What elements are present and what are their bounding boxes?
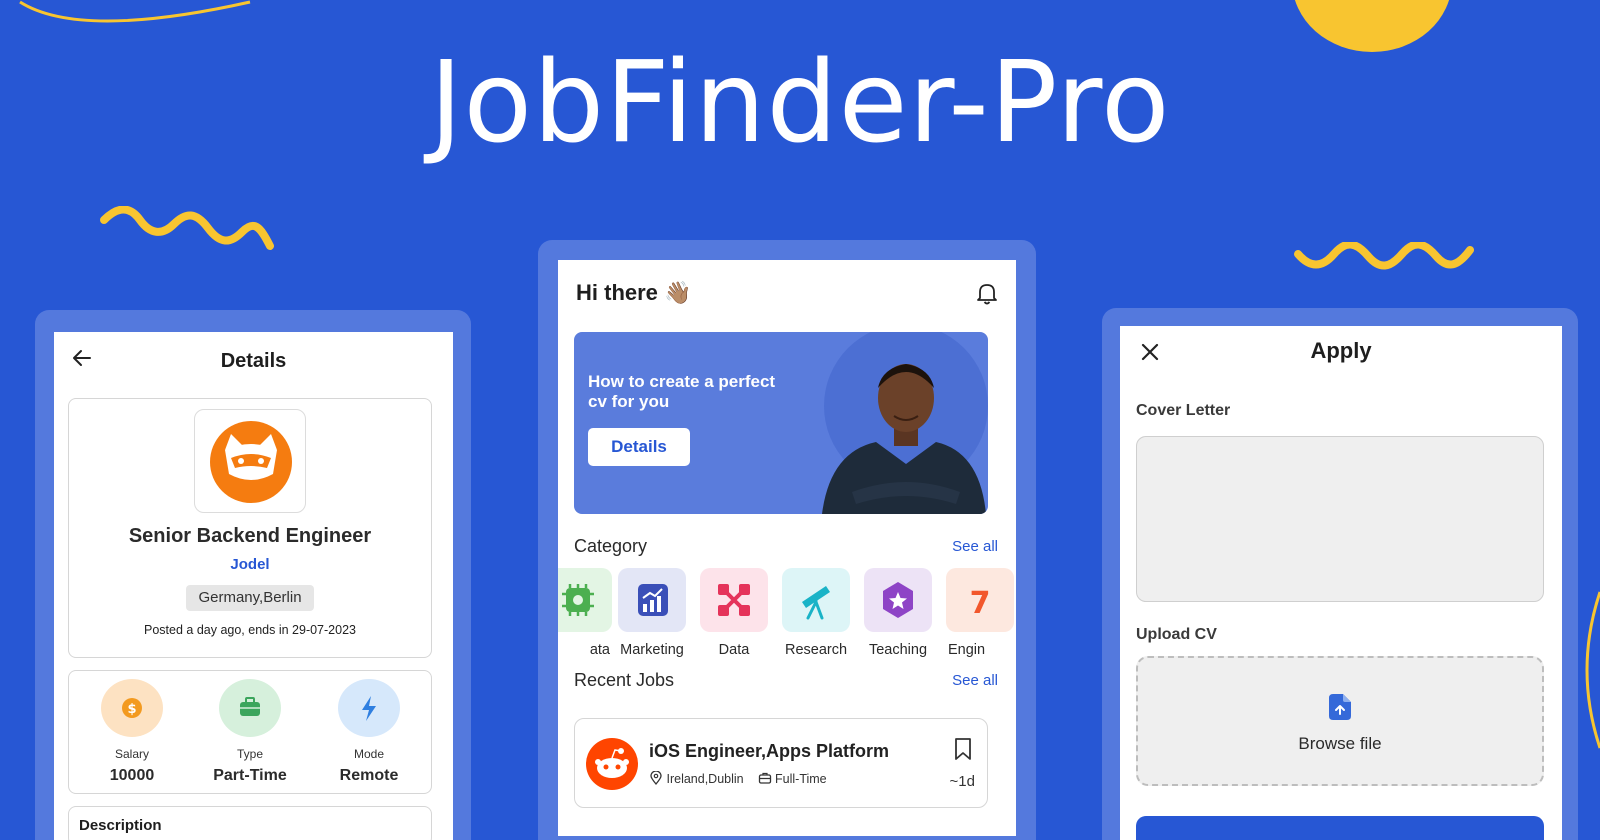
category-tile [558,568,612,632]
job-summary-card: Senior Backend Engineer Jodel Germany,Be… [68,398,432,658]
svg-text:7: 7 [970,586,991,621]
telescope-icon [802,586,830,620]
category-item-data[interactable]: Data [692,568,776,658]
person-illustration [822,332,988,514]
recent-job-age: ~1d [949,773,975,790]
job-stats-card: $ Salary 10000 Type Part-Time Mode Remot… [68,670,432,794]
description-card: Description [68,806,432,840]
cv-banner: How to create a perfect cv for you Detai… [574,332,988,514]
briefcase-icon [240,697,260,716]
app-title: JobFinder-Pro [429,38,1171,168]
stat-mode-circle [338,679,400,737]
stat-type-value: Part-Time [213,767,287,784]
stat-type-label: Type [236,747,263,761]
category-label: Research [784,642,848,658]
category-tile: 7 [946,568,1014,632]
cover-letter-input[interactable] [1136,436,1544,602]
recent-jobs-see-all-link[interactable]: See all [952,672,998,689]
yellow-wave-decoration-left [100,206,274,250]
yellow-curve-decoration [19,0,251,23]
greeting: Hi there 👋🏽 [576,280,692,305]
dollar-coin-icon: $ [122,698,142,718]
yellow-wave-decoration-right [1294,242,1474,270]
location-badge: Germany,Berlin [186,585,314,611]
apply-screen: Apply Cover Letter Upload CV Browse file [1120,326,1562,840]
category-tile [618,568,686,632]
stat-salary-value: 10000 [109,767,155,784]
recent-job-title: iOS Engineer,Apps Platform [649,741,890,761]
briefcase-small-icon [758,772,771,784]
apply-title: Apply [1310,338,1372,363]
category-item-engineering-partial[interactable]: 7 Engin [938,568,1016,658]
description-heading: Description [79,817,162,834]
upload-cv-dropzone[interactable]: Browse file [1136,656,1544,786]
category-item-research[interactable]: Research [774,568,858,658]
details-header: Details [54,346,453,378]
banner-details-button[interactable]: Details [588,428,690,466]
details-screen: Details Senior Backend Engineer Jodel Ge… [54,332,453,840]
bell-icon[interactable] [974,280,1000,306]
job-title: Senior Backend Engineer [128,525,372,547]
category-label: Teaching [868,642,928,658]
category-label: Data [718,642,750,658]
category-label: Marketing [620,642,684,658]
recent-job-meta: Ireland,Dublin Full-Time [649,770,827,786]
recent-job-location: Ireland,Dublin [666,772,744,786]
company-logo [194,409,306,513]
stat-mode-label: Mode [353,747,385,761]
category-tile [700,568,768,632]
category-item-teaching[interactable]: Teaching [856,568,940,658]
engineering-icon: 7 [970,586,991,621]
lightning-icon [362,696,376,721]
chart-icon [638,584,668,616]
hexagon-star-icon [883,582,913,618]
cover-letter-label: Cover Letter [1136,402,1231,419]
location-pin-icon [650,770,662,786]
company-name[interactable]: Jodel [69,556,431,573]
yellow-arc-decoration [1585,591,1600,749]
category-label: Engin [948,642,986,658]
category-tile [864,568,932,632]
stat-salary: $ Salary 10000 [82,679,182,785]
file-upload-icon [1329,694,1351,720]
stat-salary-circle: $ [101,679,163,737]
recent-job-card[interactable]: iOS Engineer,Apps Platform Ireland,Dubli… [574,718,988,808]
reddit-logo-icon [586,738,638,790]
stat-salary-label: Salary [114,747,149,761]
category-heading: Category [574,536,648,556]
bookmark-icon[interactable] [953,737,973,761]
chip-icon [562,584,594,616]
stat-type: Type Part-Time [200,679,300,785]
home-screen: Hi there 👋🏽 How to create a perfect cv f… [558,260,1016,836]
banner-text: How to create a perfect cv for you [588,372,776,411]
category-item-marketing[interactable]: Marketing [610,568,694,658]
category-tile [782,568,850,632]
nodes-icon [718,584,750,616]
fox-logo-icon [210,421,292,503]
recent-job-type: Full-Time [775,772,827,786]
submit-button[interactable] [1136,816,1544,840]
stat-type-circle [219,679,281,737]
stat-mode: Mode Remote [319,679,419,785]
stat-mode-value: Remote [339,767,399,784]
posted-info: Posted a day ago, ends in 29-07-2023 [144,623,356,637]
recent-jobs-heading: Recent Jobs [574,670,675,690]
browse-file-label: Browse file [1298,734,1382,753]
details-title: Details [220,350,287,372]
svg-text:$: $ [127,702,136,717]
upload-cv-label: Upload CV [1136,626,1217,643]
category-see-all-link[interactable]: See all [952,538,998,555]
